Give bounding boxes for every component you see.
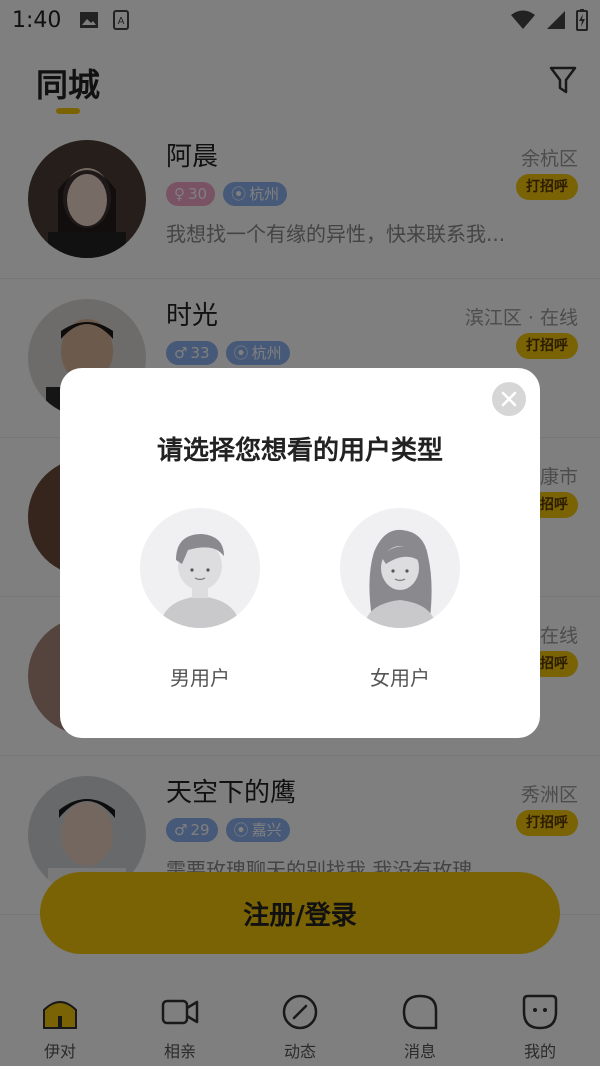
close-icon: [501, 391, 517, 407]
female-avatar-icon: [340, 508, 460, 628]
female-user-option[interactable]: 女用户: [340, 508, 460, 691]
close-button[interactable]: [492, 382, 526, 416]
dialog-title: 请选择您想看的用户类型: [156, 436, 443, 466]
male-user-label: 男用户: [170, 666, 230, 690]
user-type-dialog: 请选择您想看的用户类型 男用户 女用户: [60, 368, 540, 738]
female-user-label: 女用户: [370, 666, 430, 690]
male-user-option[interactable]: 男用户: [140, 508, 260, 691]
male-avatar-icon: [140, 508, 260, 628]
